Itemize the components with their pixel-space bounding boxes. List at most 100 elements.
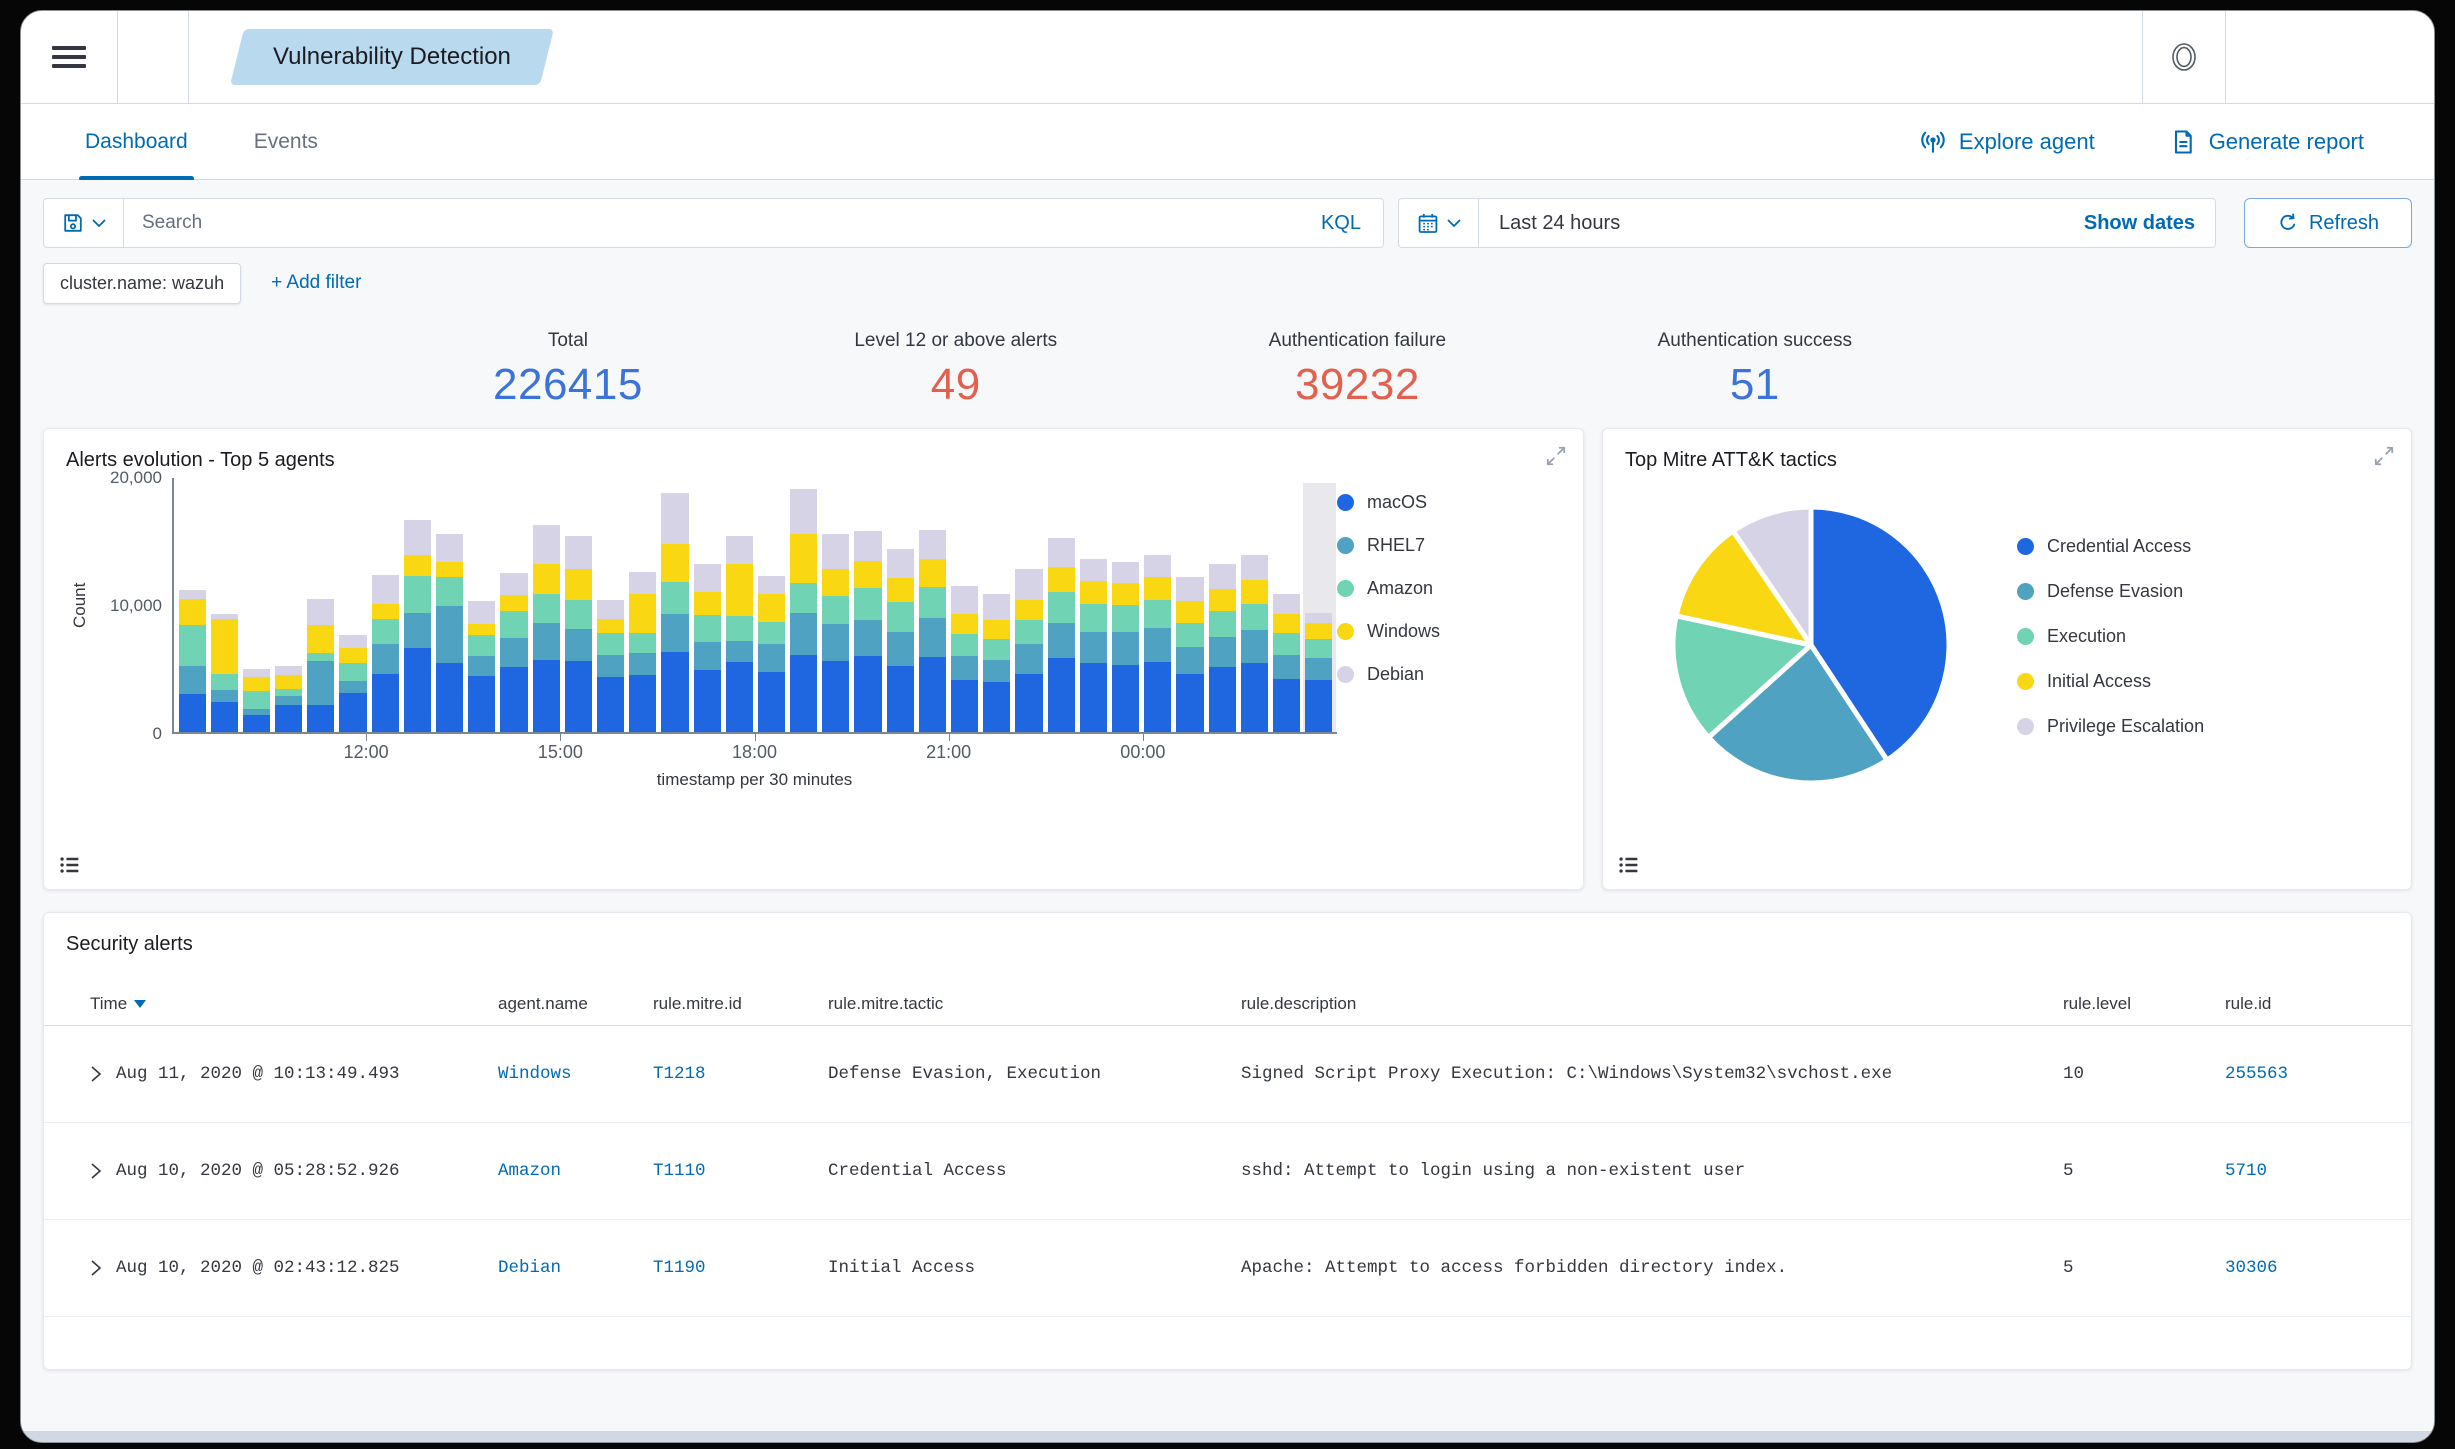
legend-item[interactable]: Defense Evasion	[2017, 581, 2204, 602]
column-header-rule.description[interactable]: rule.description	[1241, 994, 2063, 1014]
legend-item[interactable]: Privilege Escalation	[2017, 716, 2204, 737]
panel-menu-icon[interactable]	[58, 853, 82, 877]
table-row[interactable]: Aug 10, 2020 @ 02:43:12.825 Debian T1190 In…	[44, 1220, 2411, 1317]
legend-item[interactable]: Amazon	[1337, 578, 1555, 599]
cell-agent-name[interactable]: Amazon	[498, 1161, 653, 1181]
expand-icon[interactable]	[1545, 445, 1567, 467]
breadcrumb[interactable]: Vulnerability Detection	[237, 29, 547, 85]
bar[interactable]	[884, 478, 916, 732]
bar[interactable]	[530, 478, 562, 732]
bar[interactable]	[788, 478, 820, 732]
bar[interactable]	[594, 478, 626, 732]
bar[interactable]	[659, 478, 691, 732]
bar[interactable]	[208, 478, 240, 733]
generate-report-button[interactable]: Generate report	[2169, 128, 2364, 156]
bar[interactable]	[305, 478, 337, 733]
bar[interactable]	[369, 478, 401, 732]
cluster-status-button[interactable]	[2143, 40, 2225, 74]
panel-menu-icon[interactable]	[1617, 853, 1641, 877]
date-range-value[interactable]: Last 24 hours	[1499, 212, 1620, 235]
cell-rule-id[interactable]: 30306	[2225, 1258, 2411, 1278]
bar-segment-Debian	[693, 564, 721, 593]
row-expand-chevron-icon[interactable]	[90, 1259, 102, 1277]
cell-mitre-tactic: Defense Evasion, Execution	[828, 1064, 1102, 1084]
bar[interactable]	[627, 478, 659, 733]
expand-icon[interactable]	[2373, 445, 2395, 467]
column-header-rule.mitre.tactic[interactable]: rule.mitre.tactic	[828, 994, 1241, 1014]
legend-item[interactable]: RHEL7	[1337, 535, 1555, 556]
bar[interactable]	[273, 478, 305, 733]
cell-mitre-id[interactable]: T1218	[653, 1064, 828, 1084]
column-header-agent.name[interactable]: agent.name	[498, 994, 653, 1014]
bar[interactable]	[981, 478, 1013, 732]
bar[interactable]	[562, 478, 594, 732]
saved-queries-button[interactable]	[44, 199, 124, 247]
refresh-button[interactable]: Refresh	[2244, 198, 2412, 248]
bar[interactable]	[820, 478, 852, 732]
legend-item[interactable]: Initial Access	[2017, 671, 2204, 692]
bar[interactable]	[1077, 478, 1109, 732]
bar-segment-Debian	[1079, 559, 1107, 581]
bar[interactable]	[1142, 478, 1174, 732]
bar[interactable]	[401, 478, 433, 732]
module-actions: Explore agent Generate report	[1919, 128, 2364, 156]
column-header-rule.mitre.id[interactable]: rule.mitre.id	[653, 994, 828, 1014]
legend-item[interactable]: Execution	[2017, 626, 2204, 647]
row-expand-chevron-icon[interactable]	[90, 1162, 102, 1180]
cell-mitre-tactic: Credential Access	[828, 1161, 1007, 1181]
table-row[interactable]: Aug 10, 2020 @ 05:28:52.926 Amazon T1110 Cr…	[44, 1123, 2411, 1220]
bar-segment-Debian	[918, 530, 946, 560]
bar[interactable]	[1045, 478, 1077, 732]
column-header-rule.level[interactable]: rule.level	[2063, 994, 2225, 1014]
search-input[interactable]: Search	[142, 212, 1299, 234]
legend-item[interactable]: Credential Access	[2017, 536, 2204, 557]
bar[interactable]	[1109, 478, 1141, 733]
bar[interactable]	[466, 478, 498, 732]
bar[interactable]	[1238, 478, 1270, 732]
date-quick-select-button[interactable]	[1399, 199, 1479, 247]
bar[interactable]	[916, 478, 948, 732]
bar[interactable]	[852, 478, 884, 732]
cell-agent-name[interactable]: Debian	[498, 1258, 653, 1278]
filter-pill[interactable]: cluster.name: wazuh	[43, 262, 242, 304]
row-expand-chevron-icon[interactable]	[90, 1065, 102, 1083]
table-row[interactable]: Aug 11, 2020 @ 10:13:49.493 Windows T1218 D…	[44, 1026, 2411, 1123]
cell-mitre-id[interactable]: T1190	[653, 1258, 828, 1278]
cell-mitre-id[interactable]: T1110	[653, 1161, 828, 1181]
cell-agent-name[interactable]: Windows	[498, 1064, 653, 1084]
bar-segment-Windows	[1079, 580, 1107, 604]
bar[interactable]	[434, 478, 466, 732]
bar[interactable]	[1013, 478, 1045, 732]
tab-dashboard[interactable]: Dashboard	[79, 104, 194, 181]
show-dates-button[interactable]: Show dates	[2084, 212, 2215, 235]
column-header-Time[interactable]: Time	[90, 994, 498, 1014]
bar[interactable]	[176, 478, 208, 732]
bar[interactable]	[1302, 478, 1336, 732]
column-header-rule.id[interactable]: rule.id	[2225, 994, 2411, 1014]
bar-segment-Debian	[886, 549, 914, 579]
pie-svg[interactable]	[1661, 480, 1961, 810]
bar-segment-macOS	[822, 660, 850, 732]
bar[interactable]	[240, 478, 272, 732]
legend-item[interactable]: Windows	[1337, 621, 1555, 642]
query-language-button[interactable]: KQL	[1299, 212, 1383, 235]
bar[interactable]	[498, 478, 530, 732]
bar-segment-Windows	[307, 625, 335, 654]
bar[interactable]	[1270, 478, 1302, 732]
bar[interactable]	[1206, 478, 1238, 732]
bar[interactable]	[949, 478, 981, 732]
x-axis-title: timestamp per 30 minutes	[656, 770, 853, 789]
bar[interactable]	[723, 478, 755, 732]
legend-item[interactable]: Debian	[1337, 664, 1555, 685]
bar[interactable]	[691, 478, 723, 732]
cell-rule-id[interactable]: 255563	[2225, 1064, 2411, 1084]
add-filter-button[interactable]: + Add filter	[271, 272, 361, 294]
bar[interactable]	[1174, 478, 1206, 732]
explore-agent-button[interactable]: Explore agent	[1919, 128, 2095, 156]
menu-button[interactable]	[21, 41, 117, 73]
cell-rule-id[interactable]: 5710	[2225, 1161, 2411, 1181]
bar[interactable]	[755, 478, 787, 732]
tab-events[interactable]: Events	[254, 104, 318, 179]
bar[interactable]	[337, 478, 369, 732]
legend-item[interactable]: macOS	[1337, 492, 1555, 513]
